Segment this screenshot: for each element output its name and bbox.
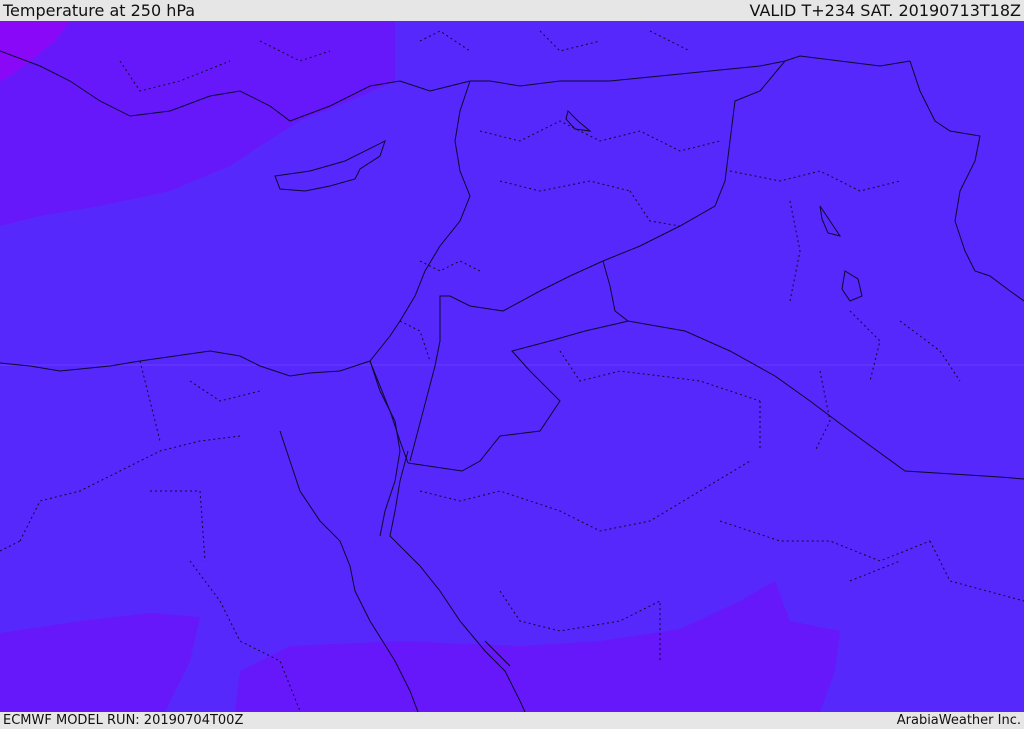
model-run-label: ECMWF MODEL RUN: 20190704T00Z <box>3 713 244 728</box>
map-footer: ECMWF MODEL RUN: 20190704T00Z ArabiaWeat… <box>0 712 1024 729</box>
valid-time: VALID T+234 SAT. 20190713T18Z <box>749 1 1021 20</box>
credit-label: ArabiaWeather Inc. <box>896 713 1021 728</box>
weather-map[interactable] <box>0 21 1024 712</box>
map-title: Temperature at 250 hPa <box>3 1 196 20</box>
map-header: Temperature at 250 hPa VALID T+234 SAT. … <box>0 0 1024 21</box>
map-canvas <box>0 21 1024 712</box>
